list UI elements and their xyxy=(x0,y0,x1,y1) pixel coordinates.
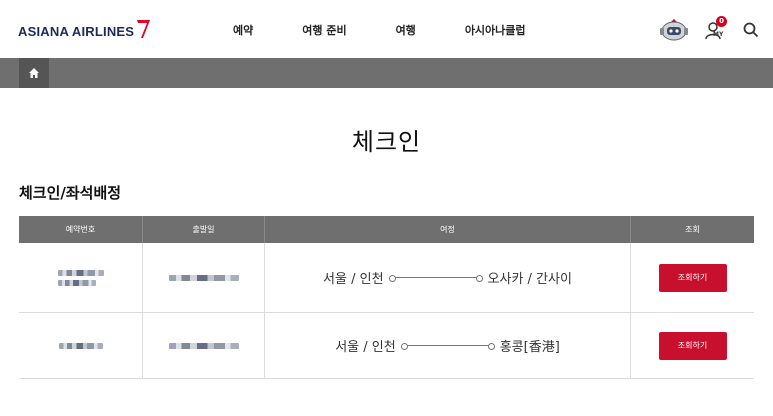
asiana-logo[interactable]: ASIANA AIRLINES xyxy=(18,20,151,42)
route-origin: 서울 / 인천 xyxy=(323,272,384,287)
my-badge-count: 0 xyxy=(716,16,727,27)
header-departure-date: 출발일 xyxy=(143,216,265,243)
my-label: MY xyxy=(713,31,724,38)
table-row: 서울 / 인천 오사카 / 간사이 조회하기 xyxy=(19,243,754,313)
departure-date-redacted xyxy=(168,274,239,281)
nav-item-reservation[interactable]: 예약 xyxy=(233,22,253,38)
route-origin: 서울 / 인천 xyxy=(335,340,396,355)
checkin-table: 예약번호 출발일 여정 조회 서울 / 인천 오사카 / 간사이 조회하기 서울… xyxy=(19,216,754,379)
route-destination: 오사카 / 간사이 xyxy=(487,272,572,287)
departure-date-redacted xyxy=(168,342,239,349)
site-header: ASIANA AIRLINES 예약 여행 준비 여행 아시아나클럽 0 MY xyxy=(0,0,773,58)
itinerary-cell: 서울 / 인천 오사카 / 간사이 xyxy=(265,243,631,312)
route: 서울 / 인천 홍콩[香港] xyxy=(335,336,560,355)
nav-item-travel[interactable]: 여행 xyxy=(396,22,416,38)
booking-number-redacted xyxy=(58,342,103,349)
main-nav: 예약 여행 준비 여행 아시아나클럽 xyxy=(233,22,526,38)
booking-number-cell xyxy=(19,313,143,378)
itinerary-cell: 서울 / 인천 홍콩[香港] xyxy=(265,313,631,378)
route-destination: 홍콩[香港] xyxy=(499,340,560,355)
home-button[interactable] xyxy=(19,58,49,88)
chatbot-icon[interactable] xyxy=(657,18,691,42)
departure-date-cell xyxy=(143,243,265,312)
lookup-button[interactable]: 조회하기 xyxy=(658,263,727,292)
breadcrumb xyxy=(0,58,773,88)
lookup-button[interactable]: 조회하기 xyxy=(658,331,727,360)
logo-text: ASIANA AIRLINES xyxy=(18,24,135,39)
search-icon[interactable] xyxy=(743,22,759,38)
nav-item-travel-prep[interactable]: 여행 준비 xyxy=(302,22,346,38)
home-icon xyxy=(29,68,39,78)
booking-number-redacted xyxy=(57,269,104,286)
my-page-icon[interactable]: 0 MY xyxy=(705,16,729,42)
header-booking-number: 예약번호 xyxy=(19,216,143,243)
lookup-cell: 조회하기 xyxy=(631,243,754,312)
header-lookup: 조회 xyxy=(685,225,700,234)
route-line xyxy=(400,343,495,350)
logo-wing-icon xyxy=(135,20,151,42)
page-title: 체크인 xyxy=(351,128,422,156)
table-header: 예약번호 출발일 여정 조회 xyxy=(19,216,754,243)
route-line xyxy=(388,275,483,282)
departure-date-cell xyxy=(143,313,265,378)
table-row: 서울 / 인천 홍콩[香港] 조회하기 xyxy=(19,313,754,379)
header-itinerary: 여정 xyxy=(265,216,631,243)
lookup-cell: 조회하기 xyxy=(631,313,754,378)
header-icons: 0 MY xyxy=(657,16,759,42)
section-title: 체크인/좌석배정 xyxy=(19,184,122,202)
booking-number-cell xyxy=(19,243,143,312)
route: 서울 / 인천 오사카 / 간사이 xyxy=(323,268,572,287)
nav-item-asiana-club[interactable]: 아시아나클럽 xyxy=(465,22,526,38)
